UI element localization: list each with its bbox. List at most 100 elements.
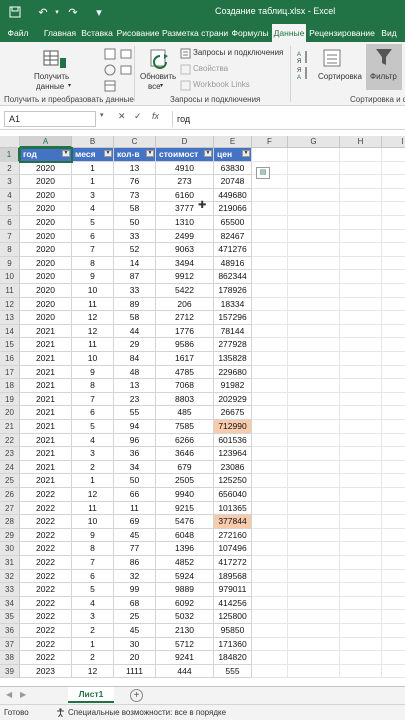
sheet-tab-list1[interactable]: Лист1 (68, 687, 114, 703)
table-cell[interactable]: 66 (114, 488, 156, 502)
table-cell[interactable]: 12 (72, 324, 114, 339)
row-header[interactable]: 23 (0, 447, 20, 461)
table-cell[interactable]: 33 (114, 284, 156, 298)
empty-cell[interactable] (340, 651, 382, 665)
table-cell[interactable]: 29 (114, 338, 156, 352)
row-header[interactable]: 30 (0, 542, 20, 556)
empty-cell[interactable] (288, 664, 340, 679)
table-cell[interactable]: 18334 (214, 297, 252, 312)
empty-cell[interactable] (382, 406, 405, 420)
empty-cell[interactable] (382, 638, 405, 652)
table-cell[interactable]: 7 (72, 243, 114, 257)
row-header[interactable]: 26 (0, 488, 20, 502)
workbook-links-button[interactable]: Workbook Links (193, 80, 250, 89)
table-cell[interactable]: 12 (72, 488, 114, 502)
empty-cell[interactable] (340, 202, 382, 216)
filter-dropdown-icon[interactable]: ▼ (242, 150, 250, 157)
table-cell[interactable]: 178926 (214, 284, 252, 298)
table-cell[interactable]: 34 (114, 460, 156, 475)
table-cell[interactable]: 1310 (156, 216, 214, 230)
table-cell[interactable]: 273 (156, 175, 214, 189)
prev-sheet-icon[interactable]: ◀ (6, 690, 12, 699)
empty-cell[interactable] (382, 325, 405, 339)
table-cell[interactable]: 2021 (20, 379, 72, 393)
table-cell[interactable]: 2022 (20, 583, 72, 597)
empty-cell[interactable] (340, 392, 382, 407)
empty-cell[interactable] (288, 256, 340, 271)
sort-dialog-icon[interactable] (322, 48, 344, 70)
table-cell[interactable]: 8 (72, 256, 114, 271)
table-cell[interactable]: 979011 (214, 583, 252, 597)
quick-analysis-icon[interactable]: ▤ (256, 167, 270, 179)
sort-za-icon[interactable]: ЯA (296, 66, 310, 82)
empty-cell[interactable] (252, 270, 288, 284)
row-header[interactable]: 18 (0, 379, 20, 393)
table-cell[interactable]: 485 (156, 406, 214, 420)
table-cell[interactable]: 171360 (214, 637, 252, 652)
table-cell[interactable]: 36 (114, 447, 156, 461)
row-header[interactable]: 8 (0, 243, 20, 257)
empty-cell[interactable] (340, 243, 382, 257)
empty-cell[interactable] (382, 542, 405, 556)
row-header[interactable]: 36 (0, 624, 20, 638)
empty-cell[interactable] (288, 202, 340, 216)
table-cell[interactable]: 449680 (214, 188, 252, 203)
row-header[interactable]: 32 (0, 569, 20, 584)
table-cell[interactable]: 48916 (214, 256, 252, 271)
table-cell[interactable]: 2020 (20, 161, 72, 176)
empty-cell[interactable] (288, 556, 340, 570)
empty-cell[interactable] (288, 542, 340, 556)
refresh-all-label-2[interactable]: все (148, 82, 161, 91)
table-cell[interactable]: 7 (72, 556, 114, 570)
empty-cell[interactable] (252, 528, 288, 543)
filter-dropdown-icon[interactable]: ▼ (62, 150, 70, 157)
table-cell[interactable]: 2021 (20, 460, 72, 475)
column-header-g[interactable]: G (288, 136, 340, 148)
empty-cell[interactable] (252, 216, 288, 230)
table-cell[interactable]: 601536 (214, 433, 252, 448)
table-cell[interactable]: 23086 (214, 460, 252, 475)
table-cell[interactable]: 3494 (156, 256, 214, 271)
table-cell[interactable]: 2021 (20, 406, 72, 420)
table-cell[interactable]: 9063 (156, 243, 214, 257)
table-cell[interactable]: 5422 (156, 284, 214, 298)
refresh-all-icon[interactable] (148, 48, 172, 72)
empty-cell[interactable] (288, 583, 340, 597)
empty-cell[interactable] (252, 596, 288, 611)
row-header[interactable]: 33 (0, 583, 20, 597)
table-cell[interactable]: 9889 (156, 583, 214, 597)
table-cell[interactable]: 1111 (114, 664, 156, 679)
table-header-cell[interactable]: кол-в ▼ (114, 148, 156, 162)
empty-cell[interactable] (252, 188, 288, 203)
table-cell[interactable]: 414256 (214, 596, 252, 611)
row-header[interactable]: 35 (0, 610, 20, 624)
empty-cell[interactable] (340, 297, 382, 312)
empty-cell[interactable] (252, 243, 288, 257)
empty-cell[interactable] (382, 515, 405, 529)
row-header[interactable]: 31 (0, 556, 20, 570)
table-cell[interactable]: 3646 (156, 447, 214, 461)
empty-cell[interactable] (288, 175, 340, 189)
queries-connections-button[interactable]: Запросы и подключения (193, 48, 283, 57)
empty-cell[interactable] (288, 420, 340, 434)
empty-cell[interactable] (340, 610, 382, 624)
empty-cell[interactable] (252, 542, 288, 556)
empty-cell[interactable] (382, 447, 405, 461)
tab-review[interactable]: Рецензирование (308, 24, 376, 42)
refresh-all-label[interactable]: Обновить (140, 72, 176, 81)
table-cell[interactable]: 2130 (156, 624, 214, 638)
empty-cell[interactable] (288, 460, 340, 475)
empty-cell[interactable] (382, 597, 405, 611)
empty-cell[interactable] (252, 501, 288, 516)
table-cell[interactable]: 6266 (156, 433, 214, 448)
table-cell[interactable]: 135828 (214, 352, 252, 366)
table-cell[interactable]: 123964 (214, 447, 252, 461)
empty-cell[interactable] (252, 515, 288, 529)
table-cell[interactable]: 23 (114, 392, 156, 407)
empty-cell[interactable] (252, 474, 288, 488)
table-cell[interactable]: 2 (72, 624, 114, 638)
column-header-d[interactable]: D (156, 136, 214, 148)
empty-cell[interactable] (340, 447, 382, 461)
table-cell[interactable]: 1 (72, 175, 114, 189)
confirm-entry-icon[interactable]: ✓ (134, 111, 142, 122)
